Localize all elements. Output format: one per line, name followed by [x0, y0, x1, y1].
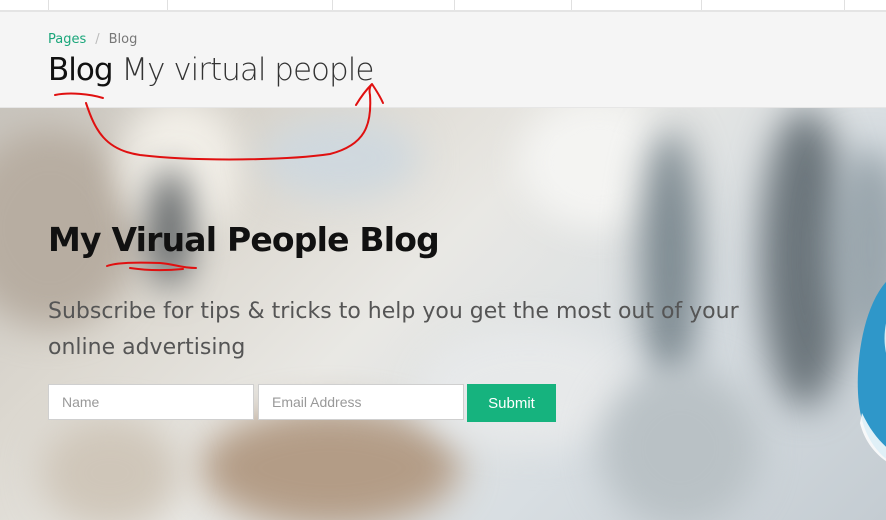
nav-divider: [701, 0, 702, 10]
hero-title: My Virual People Blog: [48, 220, 440, 259]
name-input[interactable]: [48, 384, 254, 420]
nav-divider: [571, 0, 572, 10]
email-input[interactable]: [258, 384, 464, 420]
nav-divider: [167, 0, 168, 10]
nav-divider: [332, 0, 333, 10]
nav-divider: [454, 0, 455, 10]
breadcrumb: Pages / Blog: [48, 32, 137, 47]
breadcrumb-separator: /: [95, 32, 100, 47]
page-header: Pages / Blog Blog My virtual people: [0, 12, 886, 108]
partial-photo-object: [857, 282, 886, 462]
page-title-light: My virtual people: [121, 52, 374, 88]
breadcrumb-link-pages[interactable]: Pages: [48, 32, 86, 47]
page-title: Blog My virtual people: [48, 52, 374, 88]
nav-divider: [48, 0, 49, 10]
hero-subtitle: Subscribe for tips & tricks to help you …: [48, 299, 739, 360]
nav-divider: [844, 0, 845, 10]
top-nav-bar: [0, 0, 886, 12]
page-title-strong: Blog: [48, 52, 114, 88]
submit-button[interactable]: Submit: [467, 384, 556, 422]
hero-section: My Virual People Blog Subscribe for tips…: [0, 108, 886, 520]
breadcrumb-current: Blog: [108, 32, 138, 47]
